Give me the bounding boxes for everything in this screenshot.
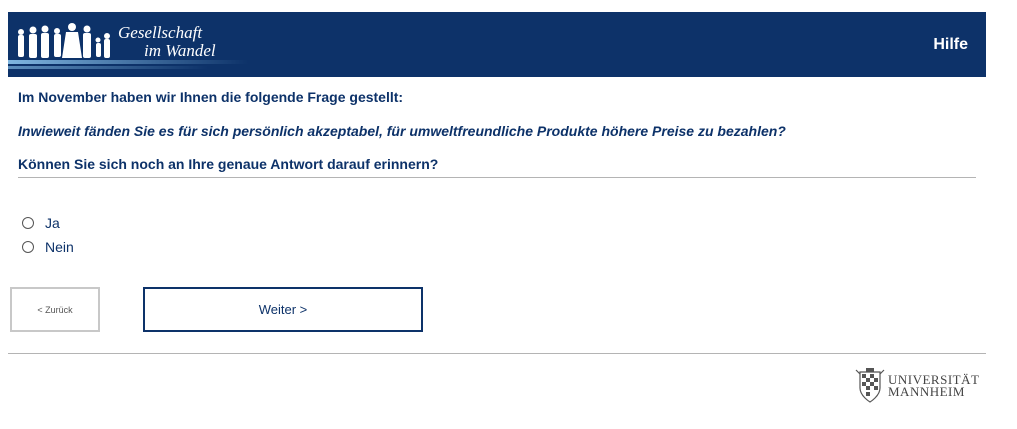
logo-text: Gesellschaft im Wandel bbox=[118, 24, 216, 60]
back-button[interactable]: < Zurück bbox=[10, 287, 100, 332]
help-link[interactable]: Hilfe bbox=[933, 36, 968, 54]
logo: Gesellschaft im Wandel bbox=[8, 12, 248, 77]
question-intro: Im November haben wir Ihnen die folgende… bbox=[18, 89, 404, 105]
university-logo: UNIVERSITÄT MANNHEIM bbox=[854, 366, 989, 406]
university-name: UNIVERSITÄT MANNHEIM bbox=[888, 373, 979, 399]
logo-line-1: Gesellschaft bbox=[118, 23, 203, 42]
header-bar: Gesellschaft im Wandel Hilfe bbox=[8, 12, 986, 77]
option-ja[interactable]: Ja bbox=[22, 215, 60, 231]
logo-line-2: im Wandel bbox=[144, 41, 216, 60]
option-label-nein: Nein bbox=[45, 239, 74, 255]
footer-divider bbox=[8, 353, 986, 354]
option-nein[interactable]: Nein bbox=[22, 239, 74, 255]
radio-button-nein[interactable] bbox=[22, 241, 34, 253]
question-quote: Inwieweit fänden Sie es für sich persönl… bbox=[18, 123, 786, 139]
crest-icon bbox=[855, 368, 885, 403]
question-prompt: Können Sie sich noch an Ihre genaue Antw… bbox=[18, 156, 439, 172]
option-label-ja: Ja bbox=[45, 215, 60, 231]
university-line-2: MANNHEIM bbox=[888, 384, 965, 399]
question-divider bbox=[18, 177, 976, 178]
radio-button-ja[interactable] bbox=[22, 217, 34, 229]
next-button[interactable]: Weiter > bbox=[143, 287, 423, 332]
